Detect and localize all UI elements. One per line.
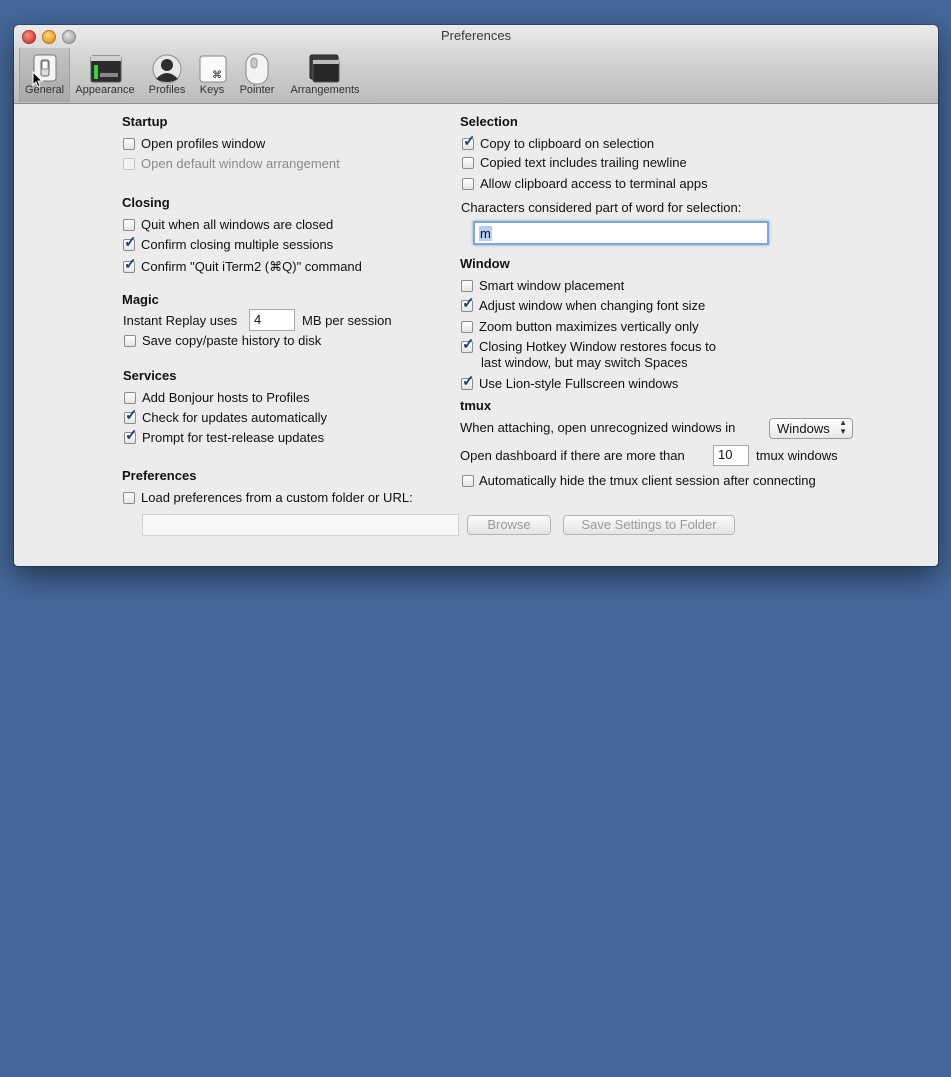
tmux-auto-hide-label: Automatically hide the tmux client sessi… — [479, 473, 816, 488]
save-history-label: Save copy/paste history to disk — [142, 333, 322, 348]
tab-keys[interactable]: ⌘ Keys — [196, 51, 228, 99]
confirm-quit-checkbox[interactable]: ✓ — [123, 257, 137, 273]
checkmark-icon: ✓ — [462, 373, 475, 390]
quit-when-closed-label: Quit when all windows are closed — [141, 217, 334, 232]
services-heading: Services — [123, 368, 177, 383]
svg-text:⌘: ⌘ — [212, 70, 222, 81]
word-chars-selected-text: m — [479, 226, 492, 241]
confirm-quit-label: Confirm "Quit iTerm2 (⌘Q)" command — [141, 259, 362, 274]
preferences-window: Preferences General Appearance Profiles … — [14, 25, 938, 566]
selection-heading: Selection — [460, 114, 518, 129]
instant-replay-label: Instant Replay uses — [123, 313, 238, 328]
trailing-newline-label: Copied text includes trailing newline — [480, 155, 687, 170]
confirm-multiple-label: Confirm closing multiple sessions — [141, 237, 334, 252]
check-updates-checkbox[interactable]: ✓ — [124, 408, 138, 424]
adjust-font-label: Adjust window when changing font size — [479, 298, 706, 313]
user-profile-icon — [152, 54, 182, 84]
copy-on-select-checkbox[interactable]: ✓ — [462, 134, 476, 150]
appearance-terminal-icon — [90, 55, 122, 83]
checkmark-icon: ✓ — [125, 407, 138, 424]
bonjour-label: Add Bonjour hosts to Profiles — [142, 390, 310, 405]
magic-heading: Magic — [122, 292, 159, 307]
tmux-attach-value: Windows — [777, 421, 830, 436]
custom-prefs-path-field[interactable] — [142, 514, 459, 536]
startup-heading: Startup — [122, 114, 168, 129]
titlebar: Preferences General Appearance Profiles … — [14, 25, 938, 104]
clipboard-access-checkbox[interactable] — [462, 178, 474, 190]
save-history-checkbox[interactable] — [124, 335, 136, 347]
tmux-dashboard-unit: tmux windows — [756, 448, 838, 463]
tab-appearance[interactable]: Appearance — [72, 51, 138, 99]
tab-profiles[interactable]: Profiles — [143, 51, 191, 99]
tmux-auto-hide-checkbox[interactable] — [462, 475, 474, 487]
checkmark-icon: ✓ — [125, 427, 138, 444]
tmux-dashboard-label: Open dashboard if there are more than — [460, 448, 685, 463]
save-settings-folder-button[interactable]: Save Settings to Folder — [563, 515, 735, 535]
checkmark-icon: ✓ — [463, 133, 476, 150]
tab-general[interactable]: General — [19, 48, 70, 102]
confirm-multiple-checkbox[interactable]: ✓ — [123, 235, 137, 251]
copy-on-select-label: Copy to clipboard on selection — [480, 136, 655, 151]
tmux-attach-popup[interactable]: Windows ▲ ▼ — [769, 418, 853, 439]
tab-arrangements[interactable]: Arrangements — [285, 51, 365, 99]
hotkey-restore-label-line1: Closing Hotkey Window restores focus to — [479, 339, 716, 354]
tab-profiles-label: Profiles — [148, 84, 186, 96]
tab-arrangements-label: Arrangements — [290, 84, 360, 96]
hotkey-restore-checkbox[interactable]: ✓ — [461, 337, 475, 353]
check-updates-label: Check for updates automatically — [142, 410, 327, 425]
tmux-attach-label: When attaching, open unrecognized window… — [460, 420, 736, 435]
instant-replay-unit: MB per session — [302, 313, 392, 328]
tab-appearance-label: Appearance — [75, 84, 135, 96]
test-release-label: Prompt for test-release updates — [142, 430, 325, 445]
window-title: Preferences — [440, 28, 512, 43]
window-heading: Window — [460, 256, 510, 271]
tab-keys-label: Keys — [199, 84, 225, 96]
word-chars-label: Characters considered part of word for s… — [461, 200, 742, 215]
tab-pointer[interactable]: Pointer — [236, 51, 278, 99]
checkmark-icon: ✓ — [124, 234, 137, 251]
checkmark-icon: ✓ — [462, 336, 475, 353]
clipboard-access-label: Allow clipboard access to terminal apps — [480, 176, 708, 191]
preferences-heading: Preferences — [122, 468, 197, 483]
load-custom-prefs-label: Load preferences from a custom folder or… — [141, 490, 413, 505]
tab-general-label: General — [24, 84, 65, 96]
keyboard-key-icon: ⌘ — [199, 55, 227, 83]
window-arrangement-icon — [309, 54, 340, 83]
tmux-heading: tmux — [460, 398, 492, 413]
open-profiles-checkbox[interactable] — [123, 138, 135, 150]
general-pane: Startup Open profiles window Open defaul… — [14, 104, 938, 566]
instant-replay-field[interactable]: 4 — [249, 309, 295, 331]
mouse-pointer-device-icon — [245, 53, 269, 85]
quit-when-closed-checkbox[interactable] — [123, 219, 135, 231]
zoom-vertical-checkbox[interactable] — [461, 321, 473, 333]
bonjour-checkbox[interactable] — [124, 392, 136, 404]
browse-button[interactable]: Browse — [467, 515, 551, 535]
adjust-font-checkbox[interactable]: ✓ — [461, 296, 475, 312]
closing-heading: Closing — [122, 195, 170, 210]
checkmark-icon: ✓ — [124, 256, 137, 273]
lion-fullscreen-label: Use Lion-style Fullscreen windows — [479, 376, 679, 391]
hotkey-restore-label-line2: last window, but may switch Spaces — [481, 355, 688, 370]
open-default-arrangement-checkbox — [123, 158, 135, 170]
tmux-dashboard-field[interactable]: 10 — [713, 445, 749, 466]
word-chars-field[interactable]: m — [473, 221, 769, 245]
smart-placement-label: Smart window placement — [479, 278, 625, 293]
checkmark-icon: ✓ — [462, 295, 475, 312]
tab-pointer-label: Pointer — [239, 84, 275, 96]
lion-fullscreen-checkbox[interactable]: ✓ — [461, 374, 475, 390]
open-profiles-label: Open profiles window — [141, 136, 266, 151]
load-custom-prefs-checkbox[interactable] — [123, 492, 135, 504]
trailing-newline-checkbox[interactable] — [462, 157, 474, 169]
popup-arrows-icon: ▲ ▼ — [839, 418, 847, 436]
test-release-checkbox[interactable]: ✓ — [124, 428, 138, 444]
zoom-vertical-label: Zoom button maximizes vertically only — [479, 319, 699, 334]
open-default-arrangement-label: Open default window arrangement — [141, 156, 340, 171]
smart-placement-checkbox[interactable] — [461, 280, 473, 292]
